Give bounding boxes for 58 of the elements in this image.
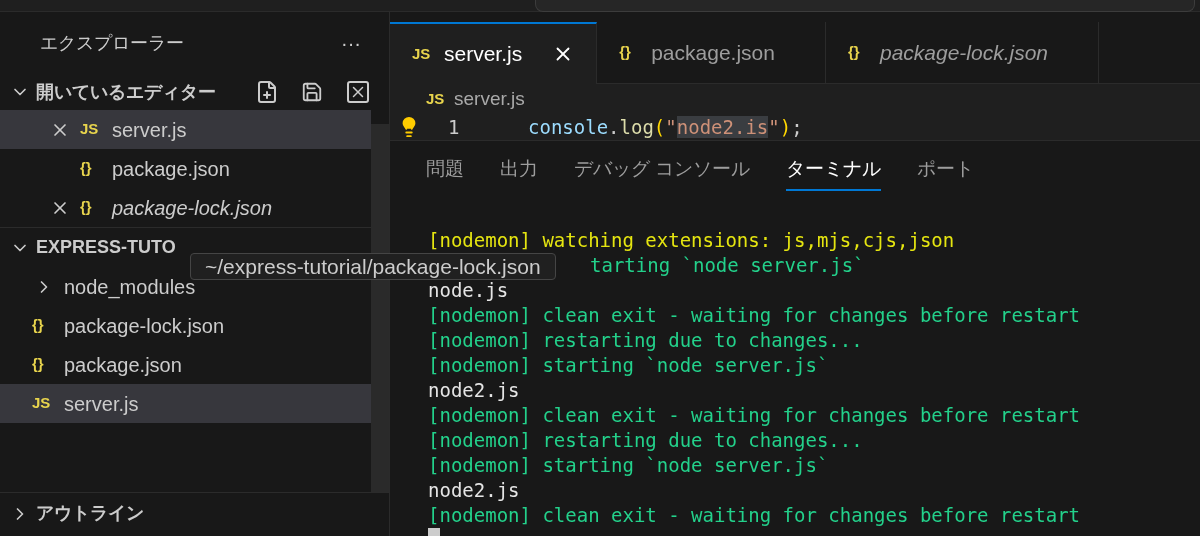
panel-tab[interactable]: 問題: [426, 154, 464, 191]
file-type-icon: {}: [32, 314, 54, 337]
file-name: server.js: [64, 391, 139, 417]
file-name: server.js: [112, 117, 187, 143]
section-header[interactable]: アウトライン: [0, 492, 389, 534]
panel-tab[interactable]: 出力: [500, 154, 538, 191]
terminal-line: [nodemon] starting `node server.js`: [428, 453, 830, 478]
file-type-icon: JS: [32, 392, 54, 415]
panel-tab[interactable]: ポート: [917, 154, 975, 191]
section-title: アウトライン: [36, 502, 144, 525]
tooltip: ~/express-tutorial/package-lock.json: [190, 253, 556, 280]
tab-label: server.js: [444, 41, 523, 68]
terminal-line: [nodemon] clean exit - waiting for changes before restart: [428, 303, 1082, 328]
editor-tab[interactable]: {} package-lock.json: [825, 22, 1100, 84]
terminal-line: [nodemon] clean exit - waiting for changes before restart: [428, 503, 1082, 528]
panel-tab[interactable]: デバッグ コンソール: [574, 154, 751, 191]
file-type-icon: {}: [80, 196, 102, 219]
file-tree-item[interactable]: {} package-lock.json: [0, 306, 371, 345]
more-button[interactable]: ···: [341, 28, 361, 58]
terminal-line: node2.js: [428, 378, 521, 403]
panel-tab[interactable]: ターミナル: [786, 154, 882, 191]
section-header[interactable]: 開いているエディター: [0, 74, 389, 110]
close-all-icon[interactable]: [347, 81, 369, 103]
explorer-title: エクスプローラー: [40, 31, 184, 55]
terminal-line: node2.js: [428, 478, 521, 503]
file-name: package-lock.json: [112, 195, 273, 221]
code-line: console.log("node2.is");: [528, 115, 803, 139]
open-editor-item[interactable]: JS server.js: [0, 110, 371, 149]
open-editor-item[interactable]: {} package.json: [0, 149, 371, 188]
file-type-icon: JS: [412, 42, 434, 66]
file-name: package.json: [112, 156, 230, 182]
terminal-line: [nodemon] watching extensions: js,mjs,cjs,json: [428, 228, 956, 253]
section-title: EXPRESS-TUTO: [36, 236, 176, 259]
terminal-line: [nodemon] starting `node server.js`: [428, 353, 830, 378]
file-name: package.json: [64, 352, 182, 378]
terminal-line: node.js: [428, 278, 510, 303]
section-title: 開いているエディター: [36, 80, 217, 104]
file-tree-item[interactable]: {} package.json: [0, 345, 371, 384]
terminal-line: [nodemon] clean exit - waiting for changes before restart: [428, 403, 1082, 428]
file-type-icon: {}: [619, 41, 642, 64]
tab-label: package.json: [651, 39, 775, 66]
save-all-icon[interactable]: [301, 81, 323, 103]
file-type-icon: JS: [426, 87, 448, 111]
terminal-line: [nodemon] restarting due to changes...: [428, 328, 864, 353]
new-file-icon[interactable]: [255, 80, 279, 104]
file-type-icon: {}: [847, 41, 870, 64]
breadcrumb[interactable]: server.js: [454, 84, 525, 114]
file-type-icon: JS: [80, 118, 102, 141]
tab-label: package-lock.json: [879, 39, 1049, 66]
editor-tab[interactable]: {} package.json: [597, 22, 826, 84]
line-number: 1: [448, 115, 461, 139]
file-type-icon: {}: [32, 353, 54, 376]
terminal-line: [nodemon] restarting due to changes...: [428, 428, 864, 453]
open-editor-item[interactable]: {} package-lock.json: [0, 188, 371, 227]
file-tree-item[interactable]: JS server.js: [0, 384, 371, 423]
file-type-icon: {}: [80, 157, 102, 180]
file-name: package-lock.json: [64, 313, 225, 339]
editor-tab[interactable]: JS server.js: [390, 22, 598, 84]
